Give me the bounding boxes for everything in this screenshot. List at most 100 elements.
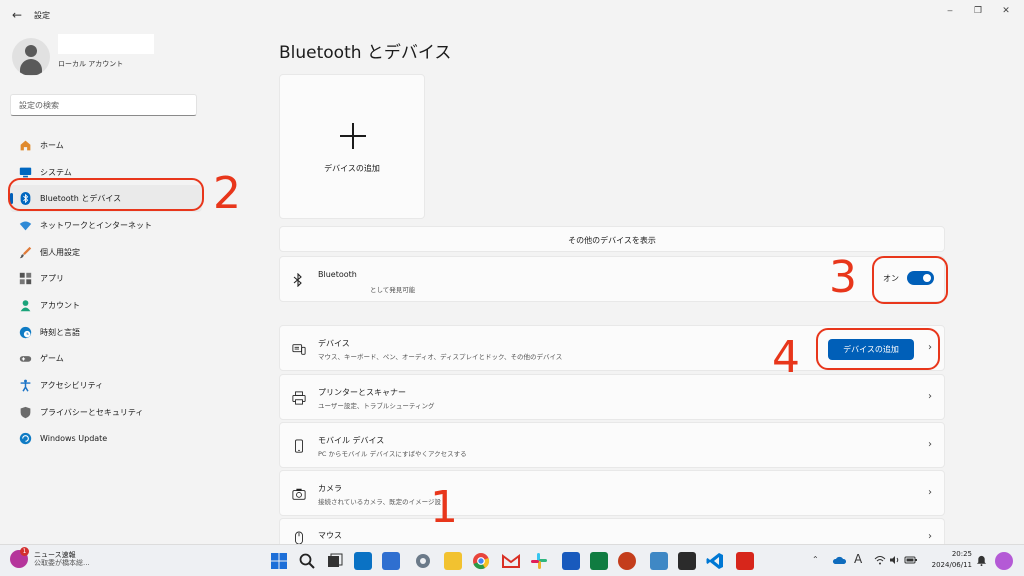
row-title: カメラ	[318, 484, 342, 493]
maximize-button[interactable]: ❐	[968, 4, 988, 18]
notepad-icon[interactable]	[650, 552, 668, 570]
news-widget[interactable]: 1 ニュース速報 公取委が橋本総...	[10, 547, 90, 568]
wifi-icon[interactable]	[874, 555, 886, 567]
app-title: 設定	[34, 11, 50, 20]
news-title: ニュース速報	[34, 550, 76, 559]
sidebar-item-label: ホーム	[40, 140, 64, 150]
battery-icon[interactable]	[904, 555, 918, 567]
onedrive-icon[interactable]	[832, 555, 847, 567]
notification-bell-icon[interactable]	[976, 555, 987, 568]
clock[interactable]: 20:25 2024/06/11	[932, 549, 972, 570]
clock-globe-icon	[18, 325, 32, 339]
chevron-right-icon: ›	[928, 439, 932, 450]
sidebar-item-home[interactable]: ホーム	[10, 132, 202, 159]
account-name-redacted	[58, 34, 154, 54]
sidebar-item-windows-update[interactable]: Windows Update	[10, 426, 202, 453]
accessibility-icon	[18, 379, 32, 393]
sidebar-item-personalization[interactable]: 個人用設定	[10, 239, 202, 266]
row-title: モバイル デバイス	[318, 436, 385, 445]
account-type: ローカル アカウント	[58, 60, 124, 68]
acrobat-icon[interactable]	[736, 552, 754, 570]
sidebar-item-label: プライバシーとセキュリティ	[40, 407, 144, 417]
avatar[interactable]	[12, 38, 50, 76]
sidebar-item-apps[interactable]: アプリ	[10, 265, 202, 292]
home-icon	[18, 138, 32, 152]
row-subtitle: 接続されているカメラ、既定のイメージ設	[318, 498, 442, 506]
clock-date: 2024/06/11	[931, 560, 972, 569]
sidebar-item-privacy[interactable]: プライバシーとセキュリティ	[10, 399, 202, 426]
news-icon: 1	[10, 547, 29, 568]
settings-search-input[interactable]: 設定の検索	[10, 94, 197, 116]
chrome-icon[interactable]	[472, 552, 490, 570]
shield-icon	[18, 405, 32, 419]
mouse-icon	[292, 531, 306, 545]
bluetooth-discoverable-text: として発見可能	[370, 286, 416, 294]
sidebar-item-label: ゲーム	[40, 354, 64, 364]
sidebar-item-label: アクセシビリティ	[40, 381, 104, 391]
show-more-devices-link[interactable]: その他のデバイスを表示	[279, 226, 945, 252]
system-icon	[18, 165, 32, 179]
powerpoint-icon[interactable]	[618, 552, 636, 570]
add-device-tile-label: デバイスの追加	[324, 164, 380, 173]
task-view-icon[interactable]	[326, 552, 344, 570]
title-bar: ← 設定 ‒ ❐ ✕	[0, 0, 1024, 30]
sidebar-item-gaming[interactable]: ゲーム	[10, 346, 202, 373]
excel-icon[interactable]	[590, 552, 608, 570]
devices-icon	[292, 342, 306, 356]
annotation-box-4	[816, 328, 940, 370]
settings-icon[interactable]	[414, 552, 432, 570]
word-icon[interactable]	[562, 552, 580, 570]
sidebar-item-accounts[interactable]: アカウント	[10, 292, 202, 319]
start-icon[interactable]	[270, 552, 288, 570]
minimize-button[interactable]: ‒	[940, 4, 960, 18]
chevron-right-icon: ›	[928, 487, 932, 498]
slack-icon[interactable]	[530, 552, 548, 570]
sidebar-item-time-language[interactable]: 時刻と言語	[10, 319, 202, 346]
row-subtitle: PC からモバイル デバイスにすばやくアクセスする	[318, 450, 467, 458]
file-explorer-icon[interactable]	[444, 552, 462, 570]
vscode-icon[interactable]	[706, 552, 724, 570]
row-subtitle: マウス、キーボード、ペン、オーディオ、ディスプレイとドック、その他のデバイス	[318, 353, 563, 361]
bluetooth-symbol-icon	[292, 272, 306, 288]
news-subtitle: 公取委が橋本総...	[34, 559, 90, 567]
gmail-icon[interactable]	[502, 552, 520, 570]
row-subtitle: ユーザー設定、トラブルシューティング	[318, 402, 435, 410]
dell-icon[interactable]	[354, 552, 372, 570]
sidebar-item-label: Windows Update	[40, 434, 108, 444]
ime-indicator[interactable]: A	[854, 552, 862, 566]
annotation-box-2	[8, 178, 204, 211]
camera-row[interactable]: カメラ 接続されているカメラ、既定のイメージ設 ›	[279, 470, 945, 516]
sidebar-item-label: 個人用設定	[40, 247, 80, 257]
chevron-right-icon: ›	[928, 531, 932, 542]
sidebar-item-label: ネットワークとインターネット	[40, 220, 152, 230]
search-icon[interactable]	[298, 552, 316, 570]
bluetooth-title: Bluetooth	[318, 270, 357, 279]
annotation-box-3	[872, 256, 948, 304]
network-icon	[18, 218, 32, 232]
sidebar-item-network[interactable]: ネットワークとインターネット	[10, 212, 202, 239]
sidebar-item-label: アプリ	[40, 274, 64, 284]
close-button[interactable]: ✕	[996, 4, 1016, 18]
page-title: Bluetooth とデバイス	[279, 43, 452, 63]
camera-icon	[292, 487, 306, 501]
clock-time: 20:25	[951, 550, 972, 558]
add-device-tile[interactable]: デバイスの追加	[279, 74, 425, 219]
sidebar-item-accessibility[interactable]: アクセシビリティ	[10, 372, 202, 399]
back-button[interactable]: ←	[10, 8, 24, 22]
row-title: マウス	[318, 531, 342, 540]
tray-overflow-icon[interactable]: ⌃	[812, 555, 819, 564]
terminal-icon[interactable]	[678, 552, 696, 570]
update-icon	[18, 432, 32, 446]
annotation-number-2: 2	[213, 168, 241, 219]
row-title: プリンターとスキャナー	[318, 388, 406, 397]
annotation-number-3: 3	[829, 252, 857, 303]
volume-icon[interactable]	[889, 555, 901, 567]
row-title: デバイス	[318, 339, 350, 348]
printers-row[interactable]: プリンターとスキャナー ユーザー設定、トラブルシューティング ›	[279, 374, 945, 420]
mobile-devices-row[interactable]: モバイル デバイス PC からモバイル デバイスにすばやくアクセスする ›	[279, 422, 945, 468]
taskbar: 1 ニュース速報 公取委が橋本総... ⌃ A 20:25 2024/06/11	[0, 544, 1024, 576]
printer-icon	[292, 391, 306, 405]
store-icon[interactable]	[382, 552, 400, 570]
sidebar-item-label: システム	[40, 167, 72, 177]
copilot-icon[interactable]	[995, 552, 1013, 570]
